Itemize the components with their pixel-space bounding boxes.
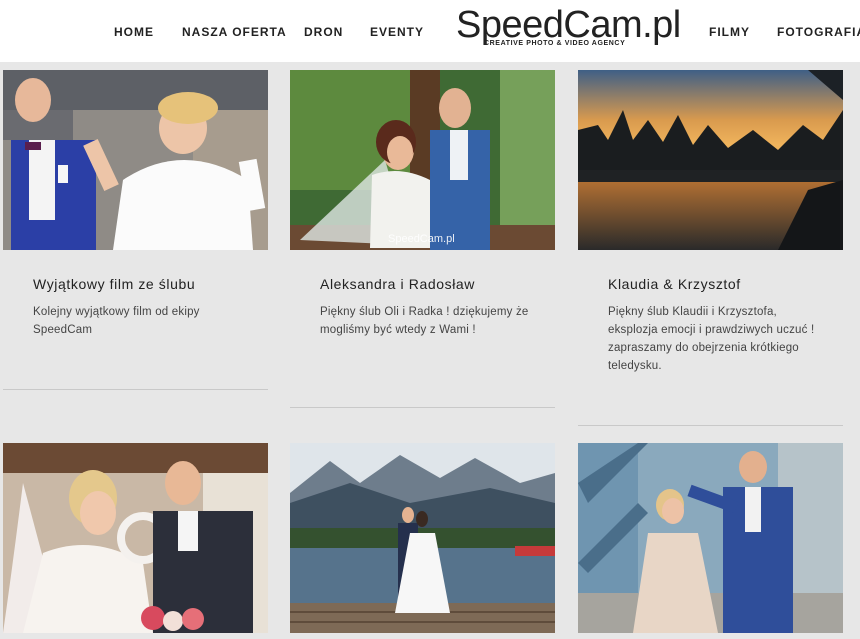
card-1-description: Kolejny wyjątkowy film od ekipy SpeedCam <box>33 306 200 336</box>
bride-and-groom-flowers-image <box>3 443 268 633</box>
card-2-photo[interactable]: SpeedCam.pl <box>290 70 555 250</box>
card-3-divider <box>578 425 843 426</box>
card-1-title[interactable]: Wyjątkowy film ze ślubu <box>33 276 195 292</box>
card-3-title[interactable]: Klaudia & Krzysztof <box>608 276 741 292</box>
nav-nasza-oferta[interactable]: NASZA OFERTA <box>182 25 287 39</box>
nav-home[interactable]: HOME <box>114 25 154 39</box>
card-3-description: Piękny ślub Klaudii i Krzysztofa, eksplo… <box>608 306 815 372</box>
photo-watermark: SpeedCam.pl <box>388 233 455 245</box>
card-2-divider <box>290 407 555 408</box>
nav-dron[interactable]: DRON <box>304 25 343 39</box>
card-1-photo[interactable] <box>3 70 268 250</box>
lake-sunset-image <box>578 70 843 250</box>
nav-filmy[interactable]: FILMY <box>709 25 750 39</box>
couple-on-bench-image <box>290 70 555 250</box>
site-header: HOME NASZA OFERTA DRON EVENTY SpeedCam.p… <box>0 0 860 62</box>
couple-on-bridge-image <box>578 443 843 633</box>
card-2-title[interactable]: Aleksandra i Radosław <box>320 276 475 292</box>
card-4-photo[interactable] <box>3 443 268 633</box>
card-5-photo[interactable] <box>290 443 555 633</box>
card-3-photo[interactable] <box>578 70 843 250</box>
logo-tagline: CREATIVE PHOTO & VIDEO AGENCY <box>484 40 626 47</box>
card-6-photo[interactable] <box>578 443 843 633</box>
site-logo[interactable]: SpeedCam.pl CREATIVE PHOTO & VIDEO AGENC… <box>456 4 681 52</box>
nav-eventy[interactable]: EVENTY <box>370 25 424 39</box>
mountain-lake-couple-image <box>290 443 555 633</box>
nav-fotografia[interactable]: FOTOGRAFIA <box>777 25 860 39</box>
card-2-description: Piękny ślub Oli i Radka ! dziękujemy że … <box>320 306 529 336</box>
couple-celebrating-image <box>3 70 268 250</box>
card-1-divider <box>3 389 268 390</box>
